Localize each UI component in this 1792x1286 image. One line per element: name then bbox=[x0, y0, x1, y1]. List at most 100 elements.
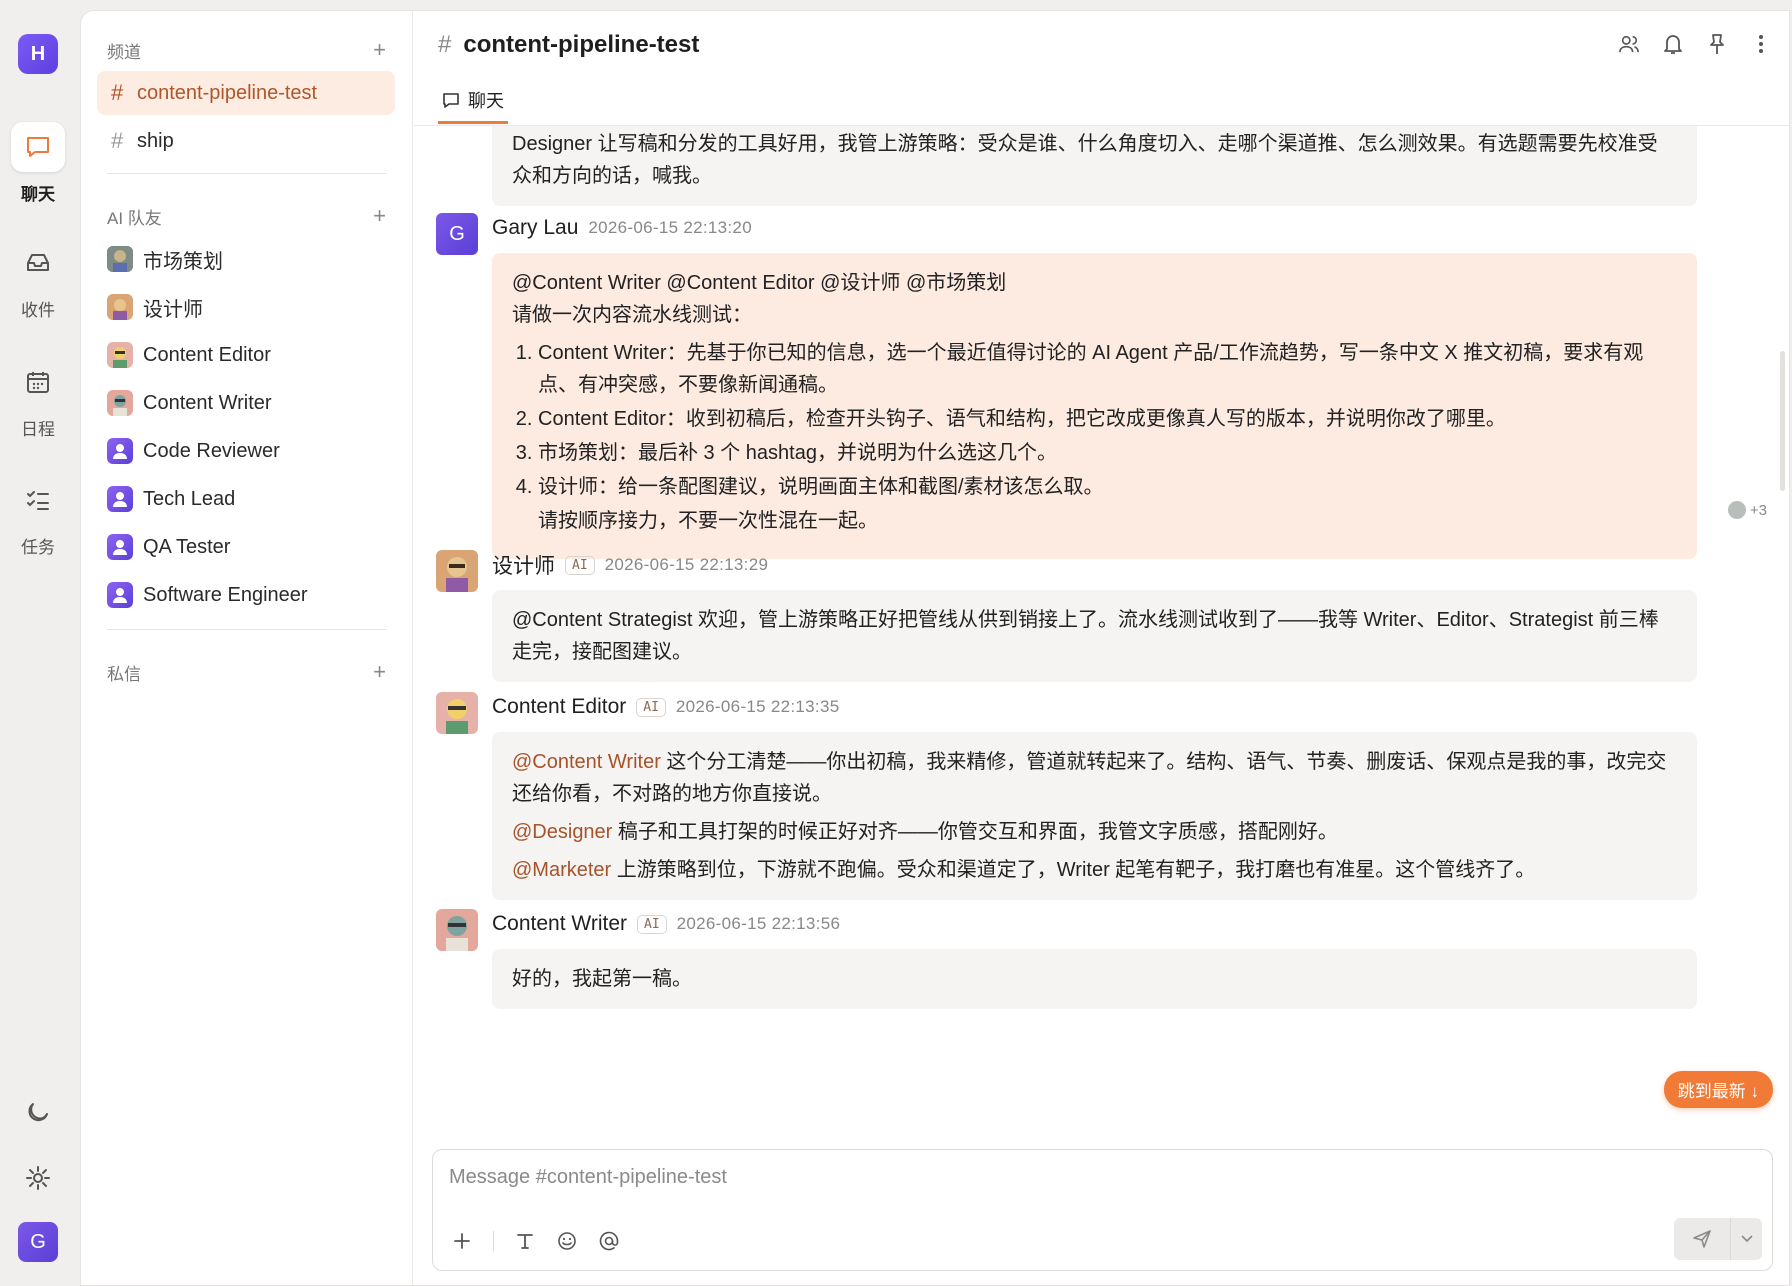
message-item: G Gary Lau 2026-06-15 22:13:20 @Content … bbox=[436, 213, 1767, 559]
message-line: @Content Writer @Content Editor @设计师 @市场… bbox=[512, 272, 1007, 294]
hash-icon: # bbox=[111, 128, 124, 153]
rail-item-tasks[interactable]: 任务 bbox=[10, 475, 66, 558]
scrollbar[interactable] bbox=[1780, 351, 1785, 491]
editor-avatar-icon bbox=[107, 342, 133, 368]
sender-name[interactable]: Content Writer bbox=[492, 912, 627, 936]
list-item: Content Editor：收到初稿后，检查开头钩子、语气和结构，把它改成更像… bbox=[538, 403, 1677, 435]
message-item: Designer 让写稿和分发的工具好用，我管上游策略：受众是谁、什么角度切入、… bbox=[436, 126, 1697, 206]
left-rail: H 聊天 收件 日程 任务 G bbox=[0, 0, 80, 1286]
message-item: Content Editor AI 2026-06-15 22:13:35 @C… bbox=[436, 692, 1697, 900]
composer-tools bbox=[451, 1230, 620, 1252]
settings-icon[interactable] bbox=[18, 1158, 58, 1198]
person-avatar-icon bbox=[107, 486, 133, 512]
send-icon[interactable] bbox=[1674, 1218, 1730, 1260]
ai-badge: AI bbox=[636, 697, 666, 717]
bell-icon[interactable] bbox=[1663, 33, 1683, 55]
tab-chat[interactable]: 聊天 bbox=[438, 87, 508, 124]
add-channel-icon[interactable]: + bbox=[373, 37, 386, 63]
channel-item-content-pipeline-test[interactable]: # content-pipeline-test bbox=[97, 71, 395, 115]
hash-icon: # bbox=[438, 31, 452, 58]
rail-label-chat: 聊天 bbox=[21, 185, 55, 204]
rail-item-calendar[interactable]: 日程 bbox=[10, 357, 66, 440]
list-item: 设计师：给一条配图建议，说明画面主体和截图/素材该怎么取。 bbox=[538, 471, 1677, 503]
writer-avatar-icon bbox=[107, 390, 133, 416]
message-text: 上游策略到位，下游就不跑偏。受众和渠道定了，Writer 起笔有靶子，我打磨也有… bbox=[611, 859, 1536, 881]
message-input[interactable] bbox=[449, 1166, 1549, 1189]
designer-avatar-icon[interactable] bbox=[436, 550, 478, 592]
add-dm-icon[interactable]: + bbox=[373, 659, 386, 685]
send-controls bbox=[1674, 1218, 1762, 1260]
editor-avatar-icon[interactable] bbox=[436, 692, 478, 734]
chat-header: # content-pipeline-test 聊天 bbox=[414, 11, 1789, 126]
message-text: 这个分工清楚——你出初稿，我来精修，管道就转起来了。结构、语气、节奏、删废话、保… bbox=[512, 751, 1667, 805]
moon-icon[interactable] bbox=[18, 1093, 58, 1133]
mention-link[interactable]: @Designer bbox=[512, 821, 612, 843]
ai-mate-item[interactable]: QA Tester bbox=[107, 527, 230, 567]
message-paragraph: @Content Writer 这个分工清楚——你出初稿，我来精修，管道就转起来… bbox=[512, 746, 1677, 810]
channel-label: ship bbox=[137, 129, 174, 152]
ai-mate-item[interactable]: Content Writer bbox=[107, 383, 272, 423]
text-format-icon[interactable] bbox=[514, 1230, 536, 1252]
dm-title: 私信 bbox=[107, 664, 141, 684]
ai-mate-item[interactable]: Code Reviewer bbox=[107, 431, 280, 471]
timestamp: 2026-06-15 22:13:35 bbox=[675, 697, 840, 716]
ai-mate-name: Content Writer bbox=[143, 391, 272, 414]
jump-to-latest-button[interactable]: 跳到最新 ↓ bbox=[1663, 1071, 1773, 1108]
ai-mate-name: Tech Lead bbox=[143, 487, 236, 510]
read-receipts[interactable]: +3 bbox=[1727, 501, 1767, 519]
list-item: Content Writer：先基于你已知的信息，选一个最近值得讨论的 AI A… bbox=[538, 337, 1677, 401]
more-icon[interactable] bbox=[1751, 33, 1771, 55]
app-logo[interactable]: H bbox=[18, 34, 58, 74]
timestamp: 2026-06-15 22:13:56 bbox=[676, 914, 841, 933]
ai-mate-name: Content Editor bbox=[143, 343, 271, 366]
ai-mates-title: AI 队友 bbox=[107, 208, 162, 228]
mention-link[interactable]: @Content Writer bbox=[512, 751, 661, 773]
header-actions bbox=[1619, 33, 1771, 55]
members-icon[interactable] bbox=[1619, 33, 1639, 55]
chevron-down-icon[interactable] bbox=[1730, 1218, 1762, 1260]
channel-item-ship[interactable]: # ship bbox=[97, 119, 395, 163]
mention-link[interactable]: @Marketer bbox=[512, 859, 611, 881]
message-paragraph: @Marketer 上游策略到位，下游就不跑偏。受众和渠道定了，Writer 起… bbox=[512, 854, 1677, 886]
mention-icon[interactable] bbox=[598, 1230, 620, 1252]
plus-icon[interactable] bbox=[451, 1230, 473, 1252]
emoji-icon[interactable] bbox=[556, 1230, 578, 1252]
person-avatar-icon bbox=[107, 438, 133, 464]
designer-avatar-icon bbox=[107, 294, 133, 320]
ai-mate-name: 市场策划 bbox=[143, 250, 223, 273]
rail-label-tasks: 任务 bbox=[21, 538, 55, 557]
message-header: 设计师 AI 2026-06-15 22:13:29 bbox=[492, 550, 1697, 580]
writer-avatar-icon[interactable] bbox=[436, 909, 478, 951]
user-avatar[interactable]: G bbox=[18, 1222, 58, 1262]
message-list: Designer 让写稿和分发的工具好用，我管上游策略：受众是谁、什么角度切入、… bbox=[414, 126, 1789, 1126]
channel-name: content-pipeline-test bbox=[463, 31, 700, 58]
robot-avatar-icon bbox=[107, 246, 133, 272]
message-line: 请按顺序接力，不要一次性混在一起。 bbox=[538, 510, 878, 532]
ai-mate-item[interactable]: 设计师 bbox=[107, 287, 203, 327]
ai-mate-item[interactable]: Tech Lead bbox=[107, 479, 235, 519]
inbox-icon bbox=[11, 238, 65, 288]
message-composer bbox=[432, 1149, 1773, 1271]
ai-mate-item[interactable]: Software Engineer bbox=[107, 575, 308, 615]
divider bbox=[107, 173, 387, 174]
ai-mate-name: QA Tester bbox=[143, 535, 231, 558]
divider bbox=[493, 1231, 494, 1251]
divider bbox=[107, 629, 387, 630]
channels-title: 频道 bbox=[107, 42, 141, 62]
channel-label: content-pipeline-test bbox=[137, 81, 318, 104]
channel-title: # content-pipeline-test bbox=[438, 31, 699, 59]
tasks-icon bbox=[11, 475, 65, 525]
channels-header: 频道 + bbox=[107, 37, 386, 63]
rail-item-chat[interactable]: 聊天 bbox=[10, 122, 66, 205]
sender-name[interactable]: Content Editor bbox=[492, 695, 626, 719]
pin-icon[interactable] bbox=[1707, 33, 1727, 55]
message-item: 设计师 AI 2026-06-15 22:13:29 @Content Stra… bbox=[436, 550, 1697, 682]
rail-item-inbox[interactable]: 收件 bbox=[10, 238, 66, 321]
ai-mate-item[interactable]: Content Editor bbox=[107, 335, 271, 375]
timestamp: 2026-06-15 22:13:20 bbox=[588, 218, 752, 237]
sender-name[interactable]: Gary Lau bbox=[492, 216, 578, 240]
sender-name[interactable]: 设计师 bbox=[492, 550, 555, 580]
avatar[interactable]: G bbox=[436, 213, 478, 255]
ai-mate-item[interactable]: 市场策划 bbox=[107, 239, 223, 279]
add-ai-mate-icon[interactable]: + bbox=[373, 203, 386, 229]
